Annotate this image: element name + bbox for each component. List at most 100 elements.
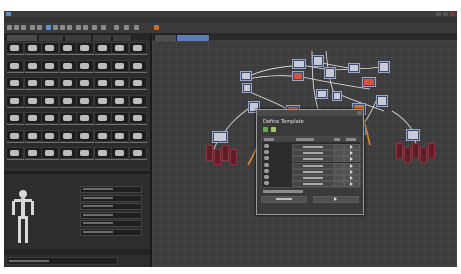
asset-thumbnail[interactable] <box>76 147 94 160</box>
undo-icon[interactable] <box>30 25 35 30</box>
graph-node[interactable] <box>332 91 342 101</box>
asset-thumbnail[interactable] <box>76 129 94 143</box>
asset-thumbnail[interactable] <box>93 94 112 108</box>
graph-node[interactable] <box>376 95 388 107</box>
new-file-icon[interactable] <box>7 25 12 30</box>
asset-thumbnail[interactable] <box>58 147 77 160</box>
move-icon[interactable] <box>53 25 58 30</box>
asset-thumbnail[interactable] <box>6 42 24 55</box>
asset-thumbnail[interactable] <box>128 129 147 143</box>
option-icon[interactable] <box>124 25 129 30</box>
asset-thumbnail[interactable] <box>41 112 59 125</box>
graph-node[interactable] <box>242 83 252 93</box>
asset-thumbnail[interactable] <box>6 59 24 73</box>
asset-thumbnail[interactable] <box>23 59 42 73</box>
tab-template-graph[interactable] <box>176 34 210 41</box>
asset-thumbnail[interactable] <box>128 147 147 160</box>
asset-thumbnail[interactable] <box>93 42 112 55</box>
asset-thumbnail[interactable] <box>111 129 129 143</box>
limb-node[interactable] <box>420 147 427 163</box>
close-icon[interactable] <box>450 12 455 16</box>
asset-thumbnail[interactable] <box>111 59 129 73</box>
panel-splitter[interactable] <box>4 171 150 174</box>
asset-thumbnail[interactable] <box>111 112 129 125</box>
asset-thumbnail[interactable] <box>23 94 42 108</box>
asset-thumbnail[interactable] <box>6 129 24 143</box>
asset-thumbnail[interactable] <box>93 147 112 160</box>
asset-thumbnail[interactable] <box>128 112 147 125</box>
limb-node[interactable] <box>412 143 419 159</box>
property-field[interactable] <box>80 220 142 227</box>
tool-icon[interactable] <box>114 25 119 30</box>
limb-node[interactable] <box>230 149 237 165</box>
view-icon[interactable] <box>101 25 106 30</box>
refresh-icon[interactable] <box>271 127 276 132</box>
template-row[interactable] <box>262 143 360 150</box>
tab-extra[interactable] <box>112 34 132 41</box>
limb-node[interactable] <box>404 147 411 163</box>
graph-node[interactable] <box>212 131 228 143</box>
asset-thumbnail[interactable] <box>6 94 24 108</box>
asset-thumbnail[interactable] <box>23 77 42 90</box>
snap-icon[interactable] <box>76 25 81 30</box>
asset-thumbnail[interactable] <box>23 129 42 143</box>
property-field[interactable] <box>80 211 142 219</box>
asset-thumbnail[interactable] <box>111 147 129 160</box>
asset-thumbnail[interactable] <box>23 147 42 160</box>
limb-node[interactable] <box>396 143 403 159</box>
select-icon[interactable] <box>46 25 51 30</box>
asset-thumbnail[interactable] <box>23 42 42 55</box>
asset-thumbnail[interactable] <box>58 129 77 143</box>
tab-misc[interactable] <box>92 34 112 41</box>
asset-thumbnail[interactable] <box>41 94 59 108</box>
tab-templates[interactable] <box>38 34 64 41</box>
asset-thumbnail[interactable] <box>58 94 77 108</box>
asset-thumbnail[interactable] <box>128 77 147 90</box>
property-field[interactable] <box>80 194 142 202</box>
asset-thumbnail[interactable] <box>6 147 24 160</box>
graph-node[interactable] <box>406 129 420 141</box>
template-row[interactable] <box>262 180 360 188</box>
asset-thumbnail[interactable] <box>128 42 147 55</box>
asset-thumbnail[interactable] <box>23 112 42 125</box>
asset-thumbnail[interactable] <box>41 77 59 90</box>
template-row[interactable] <box>262 162 360 169</box>
frame-icon[interactable] <box>83 25 88 30</box>
asset-thumbnail[interactable] <box>76 59 94 73</box>
asset-thumbnail[interactable] <box>41 42 59 55</box>
path-field[interactable] <box>6 257 118 265</box>
graph-node[interactable] <box>324 67 336 79</box>
asset-thumbnail[interactable] <box>58 42 77 55</box>
template-row[interactable] <box>262 149 360 157</box>
tab-components[interactable] <box>64 34 92 41</box>
limb-node[interactable] <box>214 149 221 165</box>
maximize-icon[interactable] <box>443 12 448 16</box>
open-icon[interactable] <box>14 25 19 30</box>
asset-thumbnail[interactable] <box>128 94 147 108</box>
asset-thumbnail[interactable] <box>111 94 129 108</box>
property-field[interactable] <box>80 203 142 210</box>
graph-node[interactable] <box>378 61 390 73</box>
limb-node[interactable] <box>222 145 229 161</box>
scale-icon[interactable] <box>67 25 72 30</box>
asset-thumbnail[interactable] <box>76 42 94 55</box>
asset-thumbnail[interactable] <box>111 77 129 90</box>
asset-thumbnail[interactable] <box>93 129 112 143</box>
dialog-apply-button[interactable] <box>313 196 359 203</box>
asset-thumbnail[interactable] <box>41 129 59 143</box>
option2-icon[interactable] <box>134 25 139 30</box>
asset-thumbnail[interactable] <box>111 42 129 55</box>
graph-node[interactable] <box>240 71 252 81</box>
asset-thumbnail[interactable] <box>93 59 112 73</box>
settings-icon[interactable] <box>92 25 97 30</box>
asset-thumbnail[interactable] <box>41 59 59 73</box>
asset-thumbnail[interactable] <box>76 94 94 108</box>
save-icon[interactable] <box>21 25 26 30</box>
asset-thumbnail[interactable] <box>58 77 77 90</box>
add-template-icon[interactable] <box>263 127 268 132</box>
limb-node[interactable] <box>428 143 435 159</box>
asset-thumbnail[interactable] <box>58 59 77 73</box>
graph-node[interactable] <box>292 59 306 69</box>
graph-node[interactable] <box>316 89 328 99</box>
dialog-select[interactable] <box>261 196 307 203</box>
